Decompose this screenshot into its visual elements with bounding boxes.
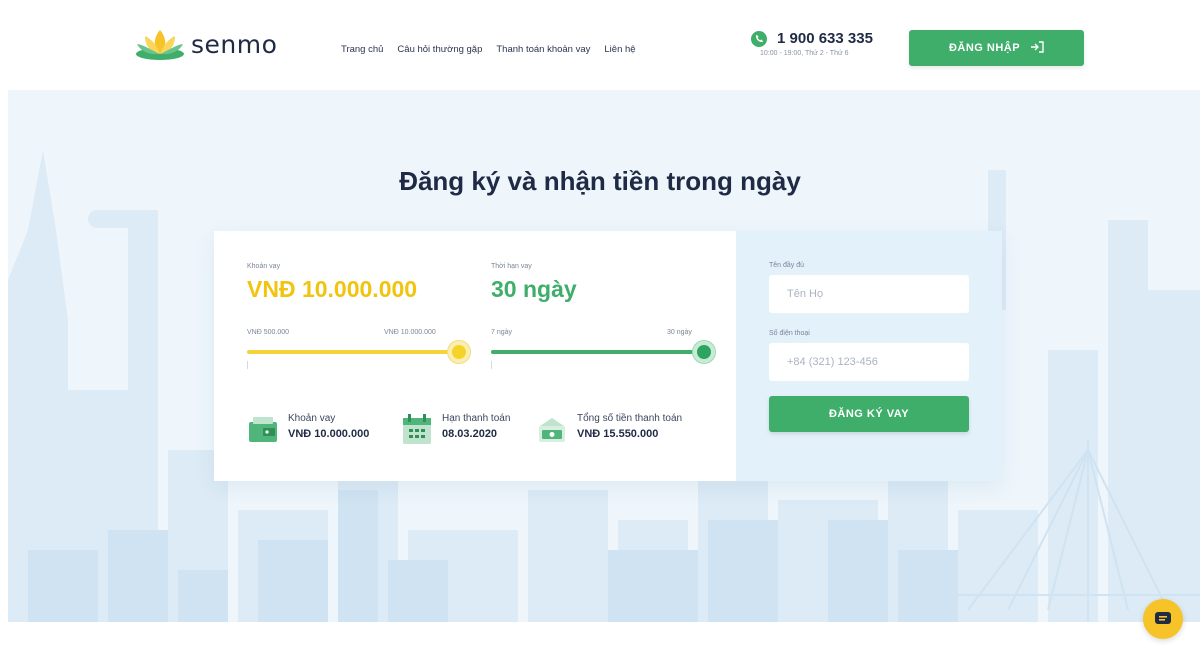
chat-button[interactable]	[1143, 599, 1183, 639]
money-icon	[539, 418, 565, 442]
nav-item-contact[interactable]: Liên hệ	[604, 44, 635, 55]
summary-total-payment: Tổng số tiền thanh toán VNĐ 15.550.000	[536, 412, 682, 446]
summary-loan-value: VNĐ 10.000.000	[288, 428, 370, 440]
summary-loan-amount: Khoản vay VNĐ 10.000.000	[247, 412, 369, 446]
wallet-icon	[249, 417, 277, 442]
summary-due-date: Hạn thanh toán 08.03.2020	[401, 412, 510, 446]
summary-total-label: Tổng số tiền thanh toán	[577, 413, 683, 424]
lotus-logo-icon	[136, 30, 184, 60]
full-name-label: Tên đầy đủ	[769, 262, 805, 269]
amount-slider-handle[interactable]	[448, 341, 470, 363]
summary-total-value: VNĐ 15.550.000	[577, 428, 659, 440]
term-slider-handle[interactable]	[693, 341, 715, 363]
chat-icon	[1155, 612, 1171, 624]
phone-label: Số điện thoại	[769, 330, 810, 337]
login-button[interactable]: ĐĂNG NHẬP	[909, 30, 1084, 66]
term-max-label: 30 ngày	[667, 329, 692, 336]
phone-number[interactable]: 1 900 633 335	[777, 30, 873, 47]
amount-value: VNĐ 10.000.000	[247, 276, 418, 302]
full-name-input[interactable]	[769, 275, 969, 313]
nav-item-faq[interactable]: Câu hỏi thường gặp	[397, 44, 482, 55]
amount-min-label: VNĐ 500.000	[247, 329, 290, 336]
amount-slider-track[interactable]	[247, 350, 459, 354]
summary-loan-label: Khoản vay	[288, 413, 336, 424]
amount-max-label: VNĐ 10.000.000	[384, 329, 436, 336]
nav-item-loan-payment[interactable]: Thanh toán khoản vay	[496, 44, 590, 55]
brand-name: senmo	[191, 29, 278, 59]
logo[interactable]: senmo	[133, 24, 277, 64]
login-arrow-icon	[1030, 40, 1044, 56]
phone-input[interactable]	[769, 343, 969, 381]
amount-label: Khoản vay	[247, 263, 281, 270]
term-slider-track[interactable]	[491, 350, 704, 354]
login-button-label: ĐĂNG NHẬP	[948, 42, 1021, 54]
site-header: senmo Trang chủ Câu hỏi thường gặp Thanh…	[0, 0, 1200, 90]
term-min-label: 7 ngày	[491, 329, 513, 336]
phone-icon	[751, 30, 767, 47]
hero-title: Đăng ký và nhận tiền trong ngày	[399, 166, 801, 196]
main-nav: Trang chủ Câu hỏi thường gặp Thanh toán …	[341, 44, 636, 55]
summary-due-value: 08.03.2020	[442, 428, 498, 440]
working-hours: 10:00 - 19:00, Thứ 2 - Thứ 6	[760, 50, 849, 57]
nav-item-home[interactable]: Trang chủ	[341, 44, 383, 55]
contact-phone: 1 900 633 335 10:00 - 19:00, Thứ 2 - Thứ…	[751, 30, 873, 57]
register-loan-button-label: ĐĂNG KÝ VAY	[828, 408, 910, 420]
term-label: Thời hạn vay	[491, 263, 532, 270]
term-value: 30 ngày	[491, 276, 577, 302]
amount-slider-tick	[247, 361, 248, 369]
summary-due-label: Hạn thanh toán	[442, 413, 511, 424]
register-loan-button[interactable]: ĐĂNG KÝ VAY	[769, 396, 969, 432]
calendar-icon	[403, 414, 431, 444]
term-slider-tick	[491, 361, 492, 369]
